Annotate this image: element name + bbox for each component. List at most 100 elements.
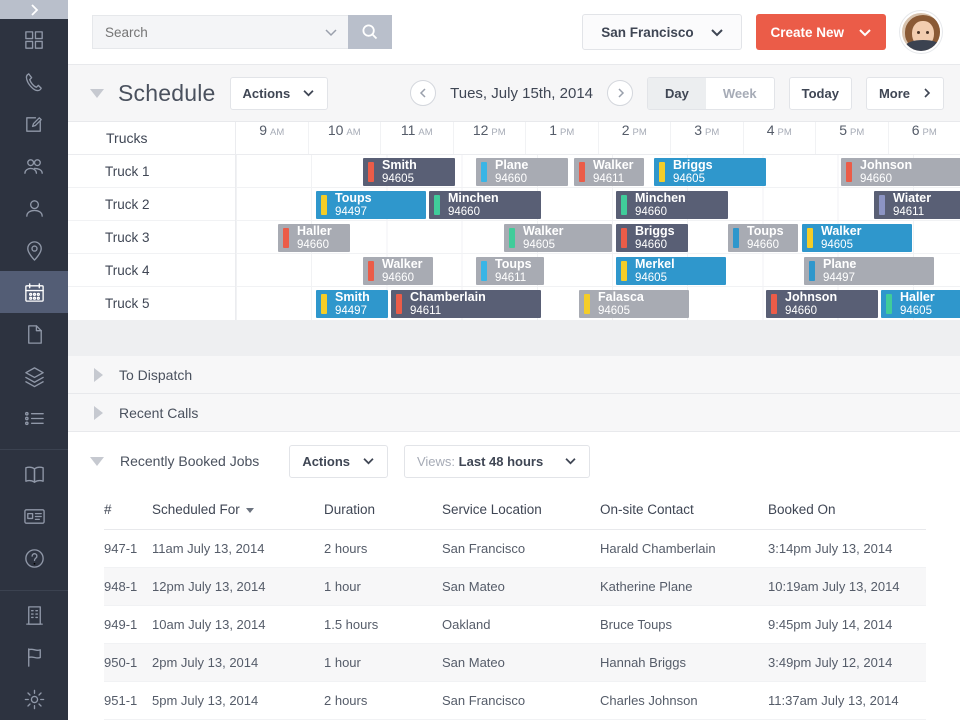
views-selector[interactable]: Views: Last 48 hours <box>404 445 590 478</box>
appointment-block[interactable]: Walker94605 <box>504 224 612 252</box>
sidebar-item-estimates[interactable] <box>0 103 68 145</box>
sidebar-item-settings[interactable] <box>0 678 68 720</box>
truck-row[interactable]: Truck 5 <box>68 287 235 320</box>
appointment-block[interactable]: Falasca94605 <box>579 290 689 318</box>
collapsible-sections: To Dispatch Recent Calls <box>68 356 960 432</box>
booked-actions-button[interactable]: Actions <box>289 445 388 478</box>
table-row[interactable]: 951-15pm July 13, 20142 hoursSan Francis… <box>104 682 926 720</box>
truck-row[interactable]: Truck 2 <box>68 188 235 221</box>
sidebar-item-locations[interactable] <box>0 229 68 271</box>
truck-lane[interactable]: Smith94605 Plane94660 Walker94611 Briggs946… <box>236 155 960 188</box>
appointment-block[interactable]: Plane94497 <box>804 257 934 285</box>
appointment-accent-bar <box>807 228 813 248</box>
column-header-[interactable]: # <box>104 490 152 530</box>
location-selector[interactable]: San Francisco <box>582 14 742 50</box>
search-box[interactable] <box>92 15 348 49</box>
appointment-block[interactable]: Briggs94605 <box>654 158 766 186</box>
sidebar-toggle-button[interactable] <box>0 0 68 19</box>
appointment-block[interactable]: Chamberlain94611 <box>391 290 541 318</box>
appointment-block[interactable]: Briggs94660 <box>616 224 688 252</box>
table-row[interactable]: 948-112pm July 13, 20141 hourSan MateoKa… <box>104 568 926 606</box>
appointment-block[interactable]: Toups94611 <box>476 257 544 285</box>
appointment-name: Plane <box>495 159 528 173</box>
triangle-down-icon[interactable] <box>90 457 104 466</box>
appointment-block[interactable]: Toups94660 <box>728 224 798 252</box>
section-recent calls[interactable]: Recent Calls <box>68 394 960 432</box>
table-row[interactable]: 949-110am July 13, 20141.5 hoursOaklandB… <box>104 606 926 644</box>
section-to dispatch[interactable]: To Dispatch <box>68 356 960 394</box>
appointment-name: Haller <box>297 225 332 239</box>
sidebar-item-calls[interactable] <box>0 61 68 103</box>
view-day-tab[interactable]: Day <box>648 78 706 109</box>
appointment-text: Plane94660 <box>495 159 528 185</box>
appointment-block[interactable]: Johnson94660 <box>766 290 878 318</box>
sidebar-item-flags[interactable] <box>0 636 68 678</box>
view-week-tab[interactable]: Week <box>706 78 774 109</box>
appointment-block[interactable]: Merkel94605 <box>616 257 726 285</box>
appointment-block[interactable]: Minchen94660 <box>616 191 728 219</box>
appointment-block[interactable]: Smith94605 <box>363 158 455 186</box>
appointment-name: Walker <box>821 225 862 239</box>
appointment-block[interactable]: Walker94605 <box>802 224 912 252</box>
appointment-zip: 94497 <box>823 272 856 284</box>
truck-lane[interactable]: Toups94497Minchen94660Minchen94660Wiater… <box>236 188 960 221</box>
sidebar-item-items[interactable] <box>0 355 68 397</box>
today-button[interactable]: Today <box>789 77 852 110</box>
sidebar-item-schedule[interactable] <box>0 271 68 313</box>
next-day-button[interactable] <box>607 80 633 106</box>
table-row[interactable]: 950-12pm July 13, 20141 hourSan MateoHan… <box>104 644 926 682</box>
appointment-block[interactable]: Smith94497 <box>316 290 388 318</box>
truck-lane[interactable]: Walker94660 Toups94611 Merkel94605 Plane944… <box>236 254 960 287</box>
truck-row[interactable]: Truck 4 <box>68 254 235 287</box>
cell-service-location: San Francisco <box>442 682 600 720</box>
truck-lane[interactable]: Smith94497Chamberlain94611 Falasca94605 Jo… <box>236 287 960 320</box>
column-header-scheduled-for[interactable]: Scheduled For <box>152 490 324 530</box>
more-button[interactable]: More <box>866 77 944 110</box>
truck-lane[interactable]: Haller94660Walker94605Briggs94660Toups94… <box>236 221 960 254</box>
sidebar-item-help[interactable] <box>0 538 68 580</box>
table-row[interactable]: 947-111am July 13, 20142 hoursSan Franci… <box>104 530 926 568</box>
sidebar-item-invoices[interactable] <box>0 313 68 355</box>
appointment-block[interactable]: Toups94497 <box>316 191 426 219</box>
sidebar-item-company[interactable] <box>0 594 68 636</box>
schedule-actions-button[interactable]: Actions <box>230 77 329 110</box>
appointment-block[interactable]: Walker94660 <box>363 257 433 285</box>
time-meridiem: PM <box>705 127 719 138</box>
truck-row[interactable]: Truck 3 <box>68 221 235 254</box>
search-input[interactable] <box>105 25 301 40</box>
appointment-text: Walker94611 <box>593 159 634 185</box>
sidebar-item-customers[interactable] <box>0 145 68 187</box>
time-header-cell: 10AM <box>309 122 382 154</box>
triangle-down-icon[interactable] <box>90 89 104 98</box>
sidebar-item-contacts-card[interactable] <box>0 496 68 538</box>
sidebar-item-lists[interactable] <box>0 397 68 439</box>
avatar[interactable] <box>900 11 942 53</box>
chevron-down-icon[interactable] <box>324 28 338 37</box>
column-header-on-site-contact[interactable]: On-site Contact <box>600 490 768 530</box>
search-button[interactable] <box>348 15 392 49</box>
appointment-block[interactable]: Haller94605 <box>881 290 960 318</box>
appointment-block[interactable]: Plane94660 <box>476 158 568 186</box>
appointment-block[interactable]: Walker94611 <box>574 158 644 186</box>
appointment-zip: 94497 <box>335 305 370 317</box>
truck-row[interactable]: Truck 1 <box>68 155 235 188</box>
chevron-left-icon <box>419 87 428 99</box>
appointment-block[interactable]: Minchen94660 <box>429 191 541 219</box>
appointment-name: Haller <box>900 291 935 305</box>
sidebar-item-dashboard[interactable] <box>0 19 68 61</box>
prev-day-button[interactable] <box>410 80 436 106</box>
location-pin-icon <box>80 164 95 179</box>
section-label: To Dispatch <box>119 367 192 383</box>
column-header-service-location[interactable]: Service Location <box>442 490 600 530</box>
sidebar-item-contacts[interactable] <box>0 187 68 229</box>
column-header-booked-on[interactable]: Booked On <box>768 490 926 530</box>
sidebar-item-reports[interactable] <box>0 454 68 496</box>
appointment-zip: 94660 <box>382 272 423 284</box>
appointment-block[interactable]: Johnson94660 <box>841 158 960 186</box>
appointment-zip: 94660 <box>297 239 332 251</box>
create-new-button[interactable]: Create New <box>756 14 886 50</box>
appointment-block[interactable]: Wiater94611 <box>874 191 960 219</box>
column-header-duration[interactable]: Duration <box>324 490 442 530</box>
appointment-block[interactable]: Haller94660 <box>278 224 350 252</box>
time-hour: 9 <box>259 122 267 138</box>
